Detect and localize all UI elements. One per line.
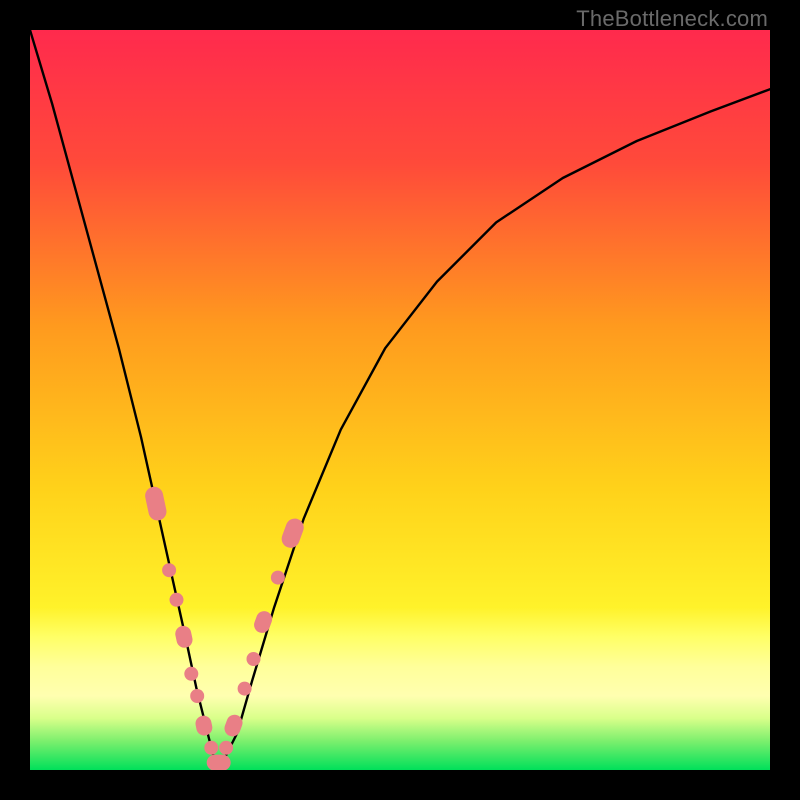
- chart-frame: [30, 30, 770, 770]
- bottleneck-curve: [30, 30, 770, 763]
- chart-plot: [30, 30, 770, 770]
- highlight-markers: [143, 485, 306, 770]
- watermark-text: TheBottleneck.com: [576, 6, 768, 32]
